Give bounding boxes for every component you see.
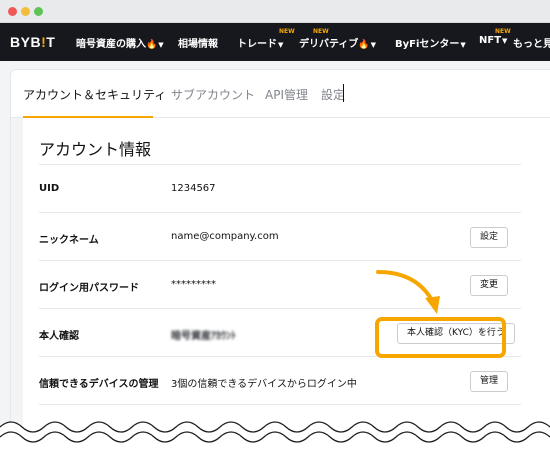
pointer-arrow-icon xyxy=(376,270,440,314)
torn-edge xyxy=(0,421,550,465)
browser-window: BYB!T 暗号資産の購入🔥▼ 相場情報 トレード▼ NEW デリバティブ🔥▼ … xyxy=(0,0,550,465)
